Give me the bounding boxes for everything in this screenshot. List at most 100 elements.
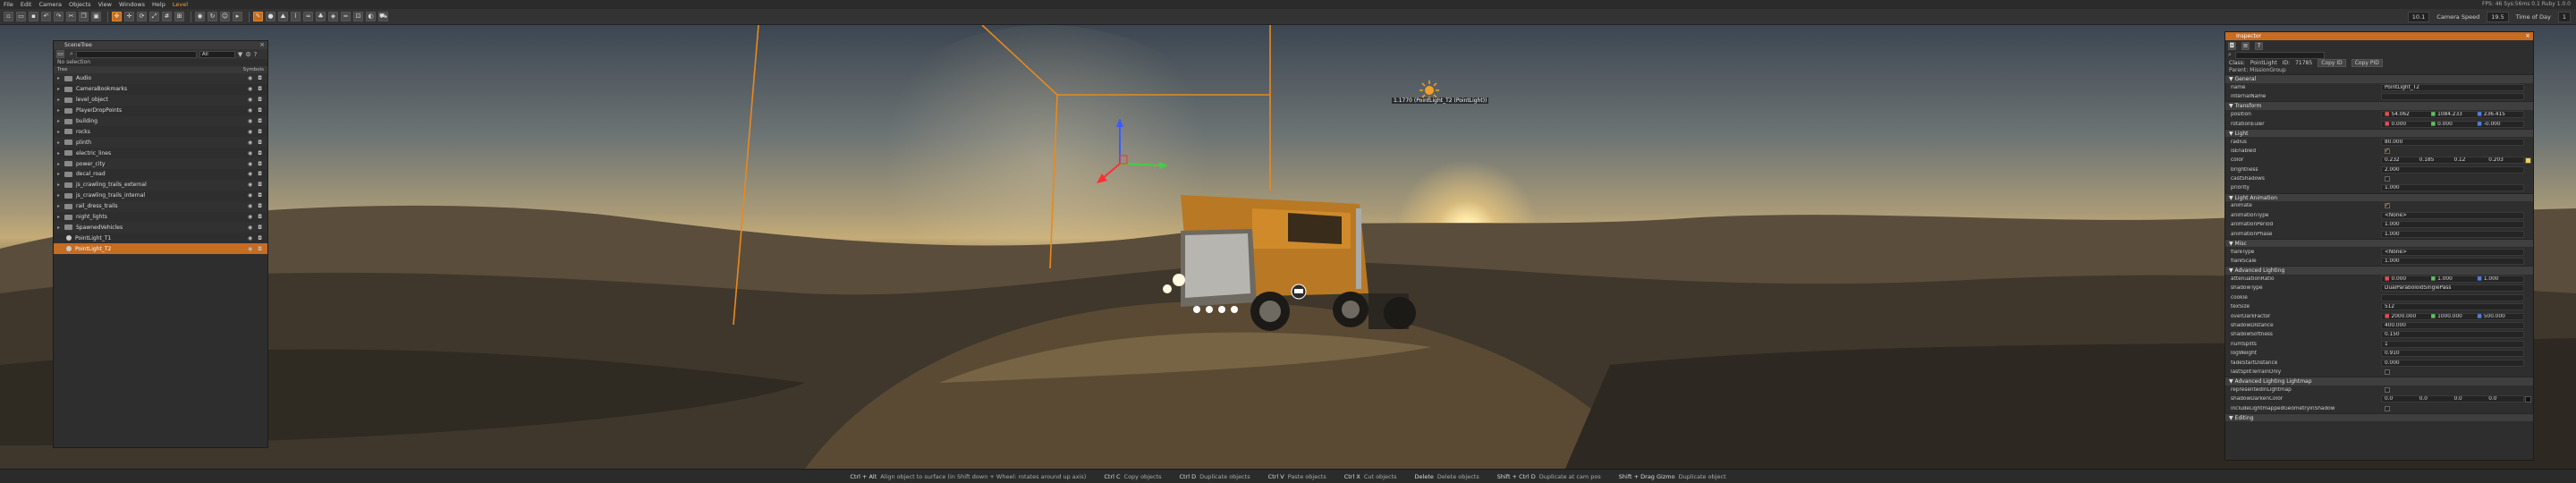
expand-arrow-icon[interactable]: ▸ xyxy=(57,118,64,124)
vector-component[interactable]: ■ 0.000 xyxy=(2385,276,2431,282)
close-icon[interactable]: × xyxy=(259,41,265,49)
expand-arrow-icon[interactable]: ▸ xyxy=(57,97,64,103)
paste-icon[interactable]: ▣ xyxy=(91,12,101,21)
property-value-field[interactable]: 1.000 xyxy=(2381,184,2524,192)
property-checkbox[interactable] xyxy=(2385,147,2390,154)
material-icon[interactable]: ◐ xyxy=(366,12,376,21)
color-component[interactable]: 0.0 xyxy=(2385,396,2419,402)
lock-icon[interactable]: ◘ xyxy=(258,107,262,114)
filter-icon[interactable]: ▼ xyxy=(238,51,242,58)
forest-icon[interactable]: ♣ xyxy=(316,12,326,21)
property-value-field[interactable]: 1.000 xyxy=(2381,258,2524,266)
copy-icon[interactable]: ❐ xyxy=(79,12,89,21)
expand-arrow-icon[interactable]: ▸ xyxy=(57,214,64,220)
lock-icon[interactable]: ◘ xyxy=(258,171,262,177)
property-value-field[interactable]: 2.000 xyxy=(2381,165,2524,174)
mesh-road-icon[interactable]: ═ xyxy=(341,12,351,21)
lock-icon[interactable]: ◘ xyxy=(258,214,262,220)
property-vector-field[interactable]: ■ 0.000 ■ 0.000 ■ -0.000 xyxy=(2381,120,2524,128)
visibility-eye-icon[interactable]: ◉ xyxy=(248,203,252,209)
object-icon[interactable]: ● xyxy=(266,12,275,21)
camera-icon[interactable]: ◉ xyxy=(195,12,205,21)
folder-icon[interactable]: ▭ xyxy=(56,50,64,58)
vector-component[interactable]: ■ 0.000 xyxy=(2431,122,2478,127)
property-checkbox[interactable] xyxy=(2385,369,2390,375)
menu-item-file[interactable]: File xyxy=(4,1,13,8)
menu-item-view[interactable]: View xyxy=(98,1,112,8)
transform-gizmo[interactable] xyxy=(1097,118,1168,183)
property-value-field[interactable]: 1 xyxy=(2381,340,2524,348)
vector-component[interactable]: ■ 2000.000 xyxy=(2385,314,2431,319)
vector-component[interactable]: ■ 1084.233 xyxy=(2431,112,2478,117)
vector-component[interactable]: ■ 1.000 xyxy=(2431,276,2478,282)
play-icon[interactable]: ▸ xyxy=(233,12,242,21)
property-color-field[interactable]: 0.0 0.0 0.0 0.0 xyxy=(2381,395,2524,403)
visibility-eye-icon[interactable]: ◉ xyxy=(248,150,252,157)
vector-component[interactable]: ■ 236.415 xyxy=(2477,112,2523,117)
camera-speed-field[interactable]: 19.5 xyxy=(2487,12,2509,22)
expand-arrow-icon[interactable]: ▸ xyxy=(57,86,64,92)
property-value-field[interactable]: 512 xyxy=(2381,303,2524,311)
expand-arrow-icon[interactable]: ▸ xyxy=(57,203,64,209)
expand-arrow-icon[interactable]: ▸ xyxy=(57,75,64,81)
snap-icon[interactable]: ⊞ xyxy=(174,12,184,21)
property-value-field[interactable]: PointLight_T2 xyxy=(2381,83,2524,91)
tree-row[interactable]: ▸ js_crawling_trails_internal ◉ ◘ xyxy=(54,191,267,201)
expand-arrow-icon[interactable]: ▸ xyxy=(57,150,64,157)
brush-icon[interactable]: ✎ xyxy=(253,12,263,21)
property-value-field[interactable]: 400.000 xyxy=(2381,321,2524,329)
grid-snap-icon[interactable]: # xyxy=(162,12,172,21)
property-checkbox[interactable] xyxy=(2385,176,2390,182)
inspector-search-input[interactable] xyxy=(2234,51,2325,59)
property-value-field[interactable]: 1.000 xyxy=(2381,221,2524,229)
visibility-eye-icon[interactable]: ◉ xyxy=(248,129,252,135)
property-vector-field[interactable]: ■ 54.062 ■ 1084.233 ■ 236.415 xyxy=(2381,111,2524,119)
expand-arrow-icon[interactable]: ▸ xyxy=(57,225,64,231)
property-value-field[interactable]: 1.000 xyxy=(2381,230,2524,238)
vector-component[interactable]: ■ 54.062 xyxy=(2385,112,2431,117)
vector-component[interactable]: ■ 500.000 xyxy=(2477,314,2523,319)
road-icon[interactable]: ⌇ xyxy=(291,12,301,21)
section-header[interactable]: ▼ Advanced Lighting Lightmap xyxy=(2225,377,2533,386)
tree-row[interactable]: ▸ CameraBookmarks ◉ ◘ xyxy=(54,84,267,95)
redo-icon[interactable]: ↷ xyxy=(54,12,64,21)
expand-arrow-icon[interactable]: ▸ xyxy=(57,129,64,135)
visibility-eye-icon[interactable]: ◉ xyxy=(248,75,252,81)
help-icon[interactable]: ? xyxy=(254,51,258,58)
lock-icon[interactable]: ◘ xyxy=(258,97,262,103)
vector-component[interactable]: ■ 1000.000 xyxy=(2431,314,2478,319)
vector-component[interactable]: ■ -0.000 xyxy=(2477,122,2523,127)
tree-row[interactable]: ▸ plinth ◉ ◘ xyxy=(54,137,267,148)
orbit-icon[interactable]: ↻ xyxy=(208,12,217,21)
settings-icon[interactable]: ⚙ xyxy=(245,51,250,58)
person-icon[interactable]: ☺ xyxy=(220,12,230,21)
tree-row[interactable]: ▸ building ◉ ◘ xyxy=(54,115,267,127)
tree-row[interactable]: PointLight_T1 ◉ ◘ xyxy=(54,233,267,243)
navmesh-icon[interactable]: ⊡ xyxy=(353,12,363,21)
lock-icon[interactable]: ◘ xyxy=(258,118,262,124)
copy-pid-button[interactable]: Copy PID xyxy=(2351,59,2383,67)
color-swatch[interactable] xyxy=(2525,157,2531,164)
cut-icon[interactable]: ✂ xyxy=(66,12,76,21)
vector-component[interactable]: ■ 0.000 xyxy=(2385,122,2431,127)
3d-viewport[interactable]: 1.1770 (PointLight_T2 (PointLight)) xyxy=(0,25,2576,469)
property-value-field[interactable]: 80.000 xyxy=(2381,138,2524,146)
property-value-field[interactable]: 0.150 xyxy=(2381,331,2524,339)
lock-icon[interactable]: ◘ xyxy=(258,129,262,135)
inspector-title[interactable]: Inspector × xyxy=(2225,32,2533,40)
property-value-field[interactable]: <None> xyxy=(2381,211,2524,219)
tree-row[interactable]: PointLight_T2 ◉ ◘ xyxy=(54,243,267,255)
save-icon[interactable]: ▪ xyxy=(29,12,38,21)
new-file-icon[interactable]: ▫ xyxy=(4,12,13,21)
color-component[interactable]: 0.203 xyxy=(2488,157,2523,163)
color-component[interactable]: 0.0 xyxy=(2488,396,2523,402)
color-component[interactable]: 0.12 xyxy=(2454,157,2489,163)
select-tool-icon[interactable]: ✥ xyxy=(112,12,122,21)
visibility-eye-icon[interactable]: ◉ xyxy=(248,225,252,231)
vehicle-marker-icon[interactable] xyxy=(1291,284,1307,300)
lock-icon[interactable]: ◘ xyxy=(258,86,262,92)
open-folder-icon[interactable]: ▭ xyxy=(16,12,26,21)
menu-item-camera[interactable]: Camera xyxy=(38,1,62,8)
section-header[interactable]: ▼ Editing xyxy=(2225,412,2533,422)
lock-icon[interactable]: ◘ xyxy=(258,75,262,81)
